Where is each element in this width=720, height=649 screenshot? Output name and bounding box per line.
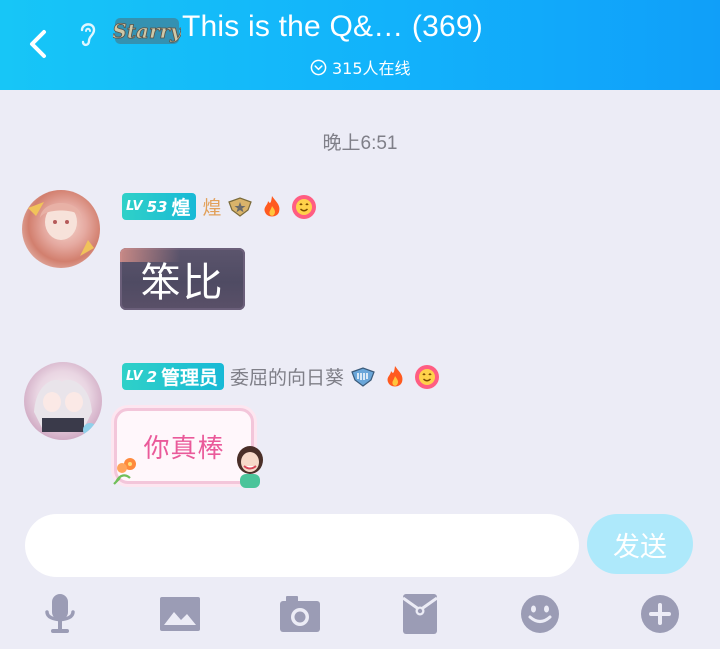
starry-badge-icon: Starry [113,18,181,44]
chat-title[interactable]: This is the Q&… (369) [182,10,483,44]
level-prefix: LV [126,199,143,214]
voice-button[interactable] [38,592,82,636]
flower-sticker-icon [113,458,136,485]
message-meta: LV 53 煌 煌 [122,193,317,220]
svg-text:Starry: Starry [113,19,181,43]
level-name: 管理员 [161,367,219,389]
sticker-girl-icon [237,446,263,488]
message-input[interactable] [25,514,579,577]
bubble-decoration [120,248,180,262]
message-bubble[interactable]: 笨比 [120,248,245,310]
chevron-left-icon [30,30,46,58]
message-timestamp: 晚上6:51 [322,133,398,154]
avatar[interactable] [24,362,102,440]
avatar[interactable] [22,190,100,268]
red-packet-icon [402,594,438,634]
message-text: 你真棒 [143,433,225,464]
send-button[interactable]: 发送 [587,514,693,574]
level-prefix: LV [126,369,143,384]
ear-icon[interactable] [74,18,102,50]
emoji-icon [521,595,559,633]
level-number: 2 [146,367,157,386]
plus-icon [641,595,679,633]
rank-shield-icon [351,366,375,387]
composer-toolbar [0,592,720,636]
image-button[interactable] [158,592,202,636]
online-count: 315人在线 [332,59,411,78]
flower-emoji-icon [292,194,317,219]
camera-icon [280,596,320,632]
red-packet-button[interactable] [398,592,442,636]
username[interactable]: 煌 [202,193,221,220]
check-circle-icon [310,59,327,75]
avatar-frame-icon [28,202,94,256]
emoji-button[interactable] [518,592,562,636]
fire-icon [264,195,280,216]
level-badge: LV 53 煌 [122,193,197,220]
username[interactable]: 委屈的向日葵 [230,363,344,390]
rank-shield-icon [228,196,253,217]
online-status[interactable]: 315人在线 [310,55,411,79]
more-button[interactable] [638,592,682,636]
level-badge: LV 2 管理员 [122,363,225,390]
flower-emoji-icon [415,364,440,389]
avatar-illustration-icon [34,379,97,437]
chat-header: Starry This is the Q&… (369) 315人在线 [0,0,720,90]
level-name: 煌 [171,197,191,219]
camera-button[interactable] [278,592,322,636]
image-icon [160,597,200,631]
microphone-icon [45,594,75,633]
back-button[interactable] [22,24,56,64]
level-number: 53 [146,197,168,216]
message-meta: LV 2 管理员 委屈的向日葵 [122,363,440,390]
fire-icon [387,365,403,386]
composer: 发送 [0,497,720,649]
